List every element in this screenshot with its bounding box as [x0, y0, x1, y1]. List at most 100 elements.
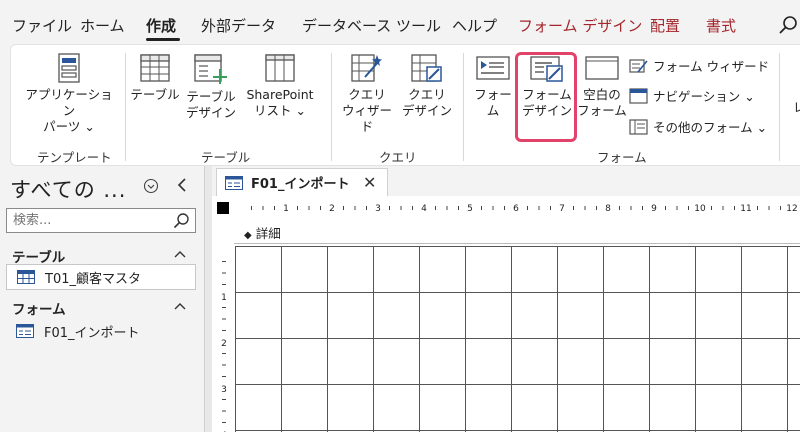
pane-splitter[interactable] [204, 166, 212, 432]
ribbon-separator [779, 53, 780, 161]
other-forms-icon [629, 118, 648, 135]
ruler-number: 1 [221, 293, 227, 303]
table-icon [140, 54, 170, 82]
nav-item-label: T01_顧客マスタ [45, 271, 141, 287]
query-design-button[interactable]: クエリ デザイン [399, 53, 455, 119]
close-tab-icon[interactable]: ✕ [363, 173, 376, 192]
navigation-icon [629, 87, 648, 104]
form-button[interactable]: フォーム [469, 53, 517, 119]
group-label-table: テーブル [201, 150, 251, 165]
query-wizard-icon [351, 54, 382, 82]
tab-form-design[interactable]: フォーム デザイン [518, 15, 642, 36]
blank-form-label-2: フォーム [577, 103, 627, 118]
nav-item-form[interactable]: F01_インポート [6, 318, 196, 344]
query-design-label-2: デザイン [401, 103, 452, 118]
section-arrow-icon: ◆ [244, 230, 252, 241]
tab-external-data[interactable]: 外部データ [201, 15, 276, 36]
form-icon [476, 56, 510, 80]
document-tab-label: F01_インポート [251, 177, 350, 192]
form-wizard-icon [629, 58, 648, 73]
sharepoint-list-icon [265, 54, 295, 82]
document-tab[interactable]: F01_インポート ✕ [216, 168, 388, 196]
navigation-pane: すべての ... テーブル T01_顧客マスタ フォーム [0, 166, 204, 432]
application-parts-label-1: アプリケーション [25, 87, 113, 118]
ruler-number: 12 [786, 204, 797, 214]
application-parts-button[interactable]: アプリケーション パーツ ⌄ [23, 53, 115, 135]
sharepoint-list-button[interactable]: SharePoint リスト ⌄ [239, 53, 321, 119]
ruler-number: 2 [221, 339, 227, 349]
ruler-number: 2 [329, 204, 335, 214]
active-tab-indicator [146, 38, 180, 41]
ruler-number: 11 [740, 204, 751, 214]
ruler-number: 6 [513, 204, 519, 214]
group-label-template: テンプレート [37, 150, 112, 165]
form-icon [225, 175, 243, 190]
query-wizard-button[interactable]: クエリ ウィザード [337, 53, 397, 135]
ribbon-separator [331, 53, 332, 161]
collapse-pane-icon[interactable] [176, 178, 188, 192]
group-label-form: フォーム [597, 150, 647, 165]
tab-help[interactable]: ヘルプ [452, 15, 497, 36]
design-grid[interactable] [235, 246, 800, 432]
form-wizard-button[interactable]: フォーム ウィザード [629, 56, 769, 75]
tab-arrange[interactable]: 配置 [650, 15, 680, 36]
navigation-menu-icon[interactable] [143, 178, 159, 194]
document-tab-bar: F01_インポート ✕ [212, 166, 800, 196]
ruler-number: 8 [605, 204, 611, 214]
group-label-query: クエリ [379, 150, 417, 165]
tab-format[interactable]: 書式 [706, 15, 736, 36]
tab-file[interactable]: ファイル [12, 15, 72, 36]
form-wizard-label: フォーム ウィザード [653, 59, 770, 74]
sharepoint-list-label-2: リスト ⌄ [254, 103, 306, 118]
table-design-label-2: デザイン [185, 105, 236, 120]
form-design-highlight [515, 52, 577, 142]
ruler-number: 10 [694, 204, 706, 214]
form-selector[interactable] [217, 202, 229, 214]
detail-section-label: 詳細 [255, 226, 281, 241]
navigation-button[interactable]: ナビゲーション ⌄ [629, 86, 755, 105]
ruler-number: 3 [221, 385, 227, 395]
other-forms-button[interactable]: その他のフォーム ⌄ [629, 117, 767, 136]
search-icon[interactable] [173, 212, 191, 230]
chevron-up-icon[interactable] [174, 250, 186, 258]
table-design-label-1: テーブル [186, 89, 236, 104]
table-button[interactable]: テーブル [129, 53, 181, 103]
blank-form-button[interactable]: 空白の フォーム [577, 53, 627, 119]
nav-item-table[interactable]: T01_顧客マスタ [6, 264, 196, 290]
table-design-button[interactable]: テーブル デザイン [183, 53, 239, 121]
chevron-up-icon[interactable] [174, 302, 186, 310]
horizontal-ruler: 1 2 3 4 5 6 7 8 9 10 11 12 [251, 204, 798, 214]
ruler-number: 1 [283, 204, 289, 214]
tab-home[interactable]: ホーム [80, 15, 125, 36]
navigation-search-input[interactable] [7, 209, 167, 232]
navigation-search-box [6, 208, 196, 233]
ruler-number: 9 [651, 204, 657, 214]
nav-section-tables[interactable]: テーブル [12, 246, 65, 266]
application-parts-label-2: パーツ ⌄ [43, 119, 95, 134]
ribbon: アプリケーション パーツ ⌄ テンプレート テーブル テーブル デザイン Sha… [10, 44, 800, 166]
query-wizard-label-2: ウィザード [341, 103, 392, 134]
search-icon[interactable] [778, 14, 800, 36]
sharepoint-list-label-1: SharePoint [246, 87, 314, 102]
tab-database-tools[interactable]: データベース ツール [302, 15, 441, 36]
ruler-number: 3 [375, 204, 381, 214]
detail-section-bar[interactable]: ◆ 詳細 [234, 224, 800, 244]
ribbon-separator [463, 53, 464, 161]
table-design-icon [194, 54, 227, 84]
form-label: フォーム [474, 87, 512, 118]
ruler-number: 4 [421, 204, 427, 214]
nav-section-forms[interactable]: フォーム [12, 298, 66, 318]
navigation-pane-title[interactable]: すべての ... [10, 174, 126, 204]
blank-form-label-1: 空白の [583, 87, 621, 102]
navigation-label: ナビゲーション ⌄ [653, 89, 755, 104]
query-design-label-1: クエリ [408, 87, 446, 102]
ruler-number: 7 [559, 204, 565, 214]
form-designer: 123456789101112 ◆ 詳細 1234 [212, 196, 800, 432]
ribbon-separator [125, 53, 126, 161]
menu-bar: ファイル ホーム 作成 外部データ データベース ツール ヘルプ フォーム デザ… [0, 0, 800, 46]
blank-form-icon [585, 56, 619, 80]
tab-create[interactable]: 作成 [146, 15, 176, 36]
table-label: テーブル [130, 87, 180, 102]
table-icon [17, 270, 35, 284]
vertical-ruler: 1234 [221, 261, 227, 432]
